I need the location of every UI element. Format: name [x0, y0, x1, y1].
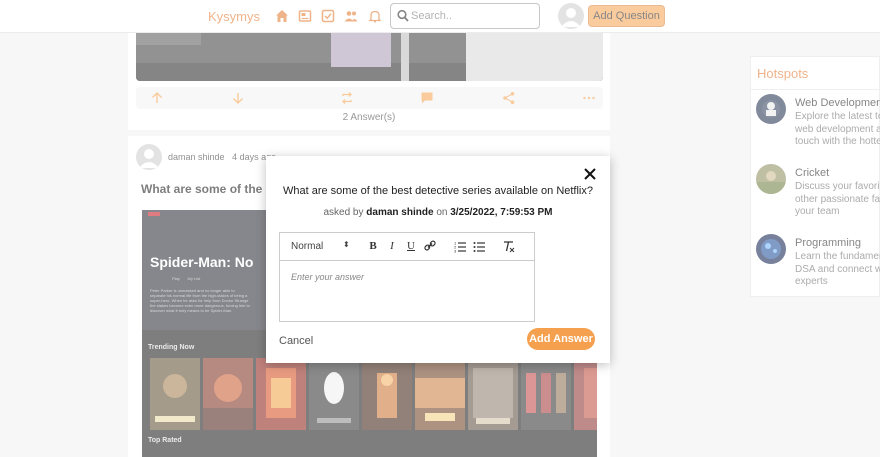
bold-button[interactable]: B: [367, 240, 379, 253]
format-select[interactable]: Normal ⬍: [291, 240, 351, 252]
bullet-list-icon[interactable]: [473, 240, 485, 253]
italic-button[interactable]: I: [386, 240, 398, 253]
modal-asked-by: asked by daman shinde on 3/25/2022, 7:59…: [323, 207, 553, 218]
answer-modal: What are some of the best detective seri…: [266, 156, 610, 363]
close-icon[interactable]: [583, 167, 597, 181]
cancel-button[interactable]: Cancel: [279, 335, 313, 347]
clear-format-icon[interactable]: [503, 240, 515, 253]
underline-button[interactable]: U: [405, 240, 417, 253]
editor-toolbar: Normal ⬍ B I U 1 2 3: [280, 233, 534, 261]
answer-textarea[interactable]: Enter your answer: [280, 262, 534, 321]
answer-editor: Normal ⬍ B I U 1 2 3 Enter your answer: [279, 232, 535, 322]
modal-question: What are some of the best detective seri…: [283, 185, 593, 197]
svg-text:3: 3: [454, 249, 457, 254]
editor-placeholder: Enter your answer: [291, 272, 365, 282]
asked-date: 3/25/2022, 7:59:53 PM: [450, 207, 553, 218]
ordered-list-icon[interactable]: 1 2 3: [454, 240, 466, 253]
select-arrows-icon: ⬍: [343, 240, 350, 249]
link-icon[interactable]: [424, 240, 436, 253]
asked-author: daman shinde: [366, 207, 434, 218]
add-answer-button[interactable]: Add Answer: [527, 328, 595, 350]
